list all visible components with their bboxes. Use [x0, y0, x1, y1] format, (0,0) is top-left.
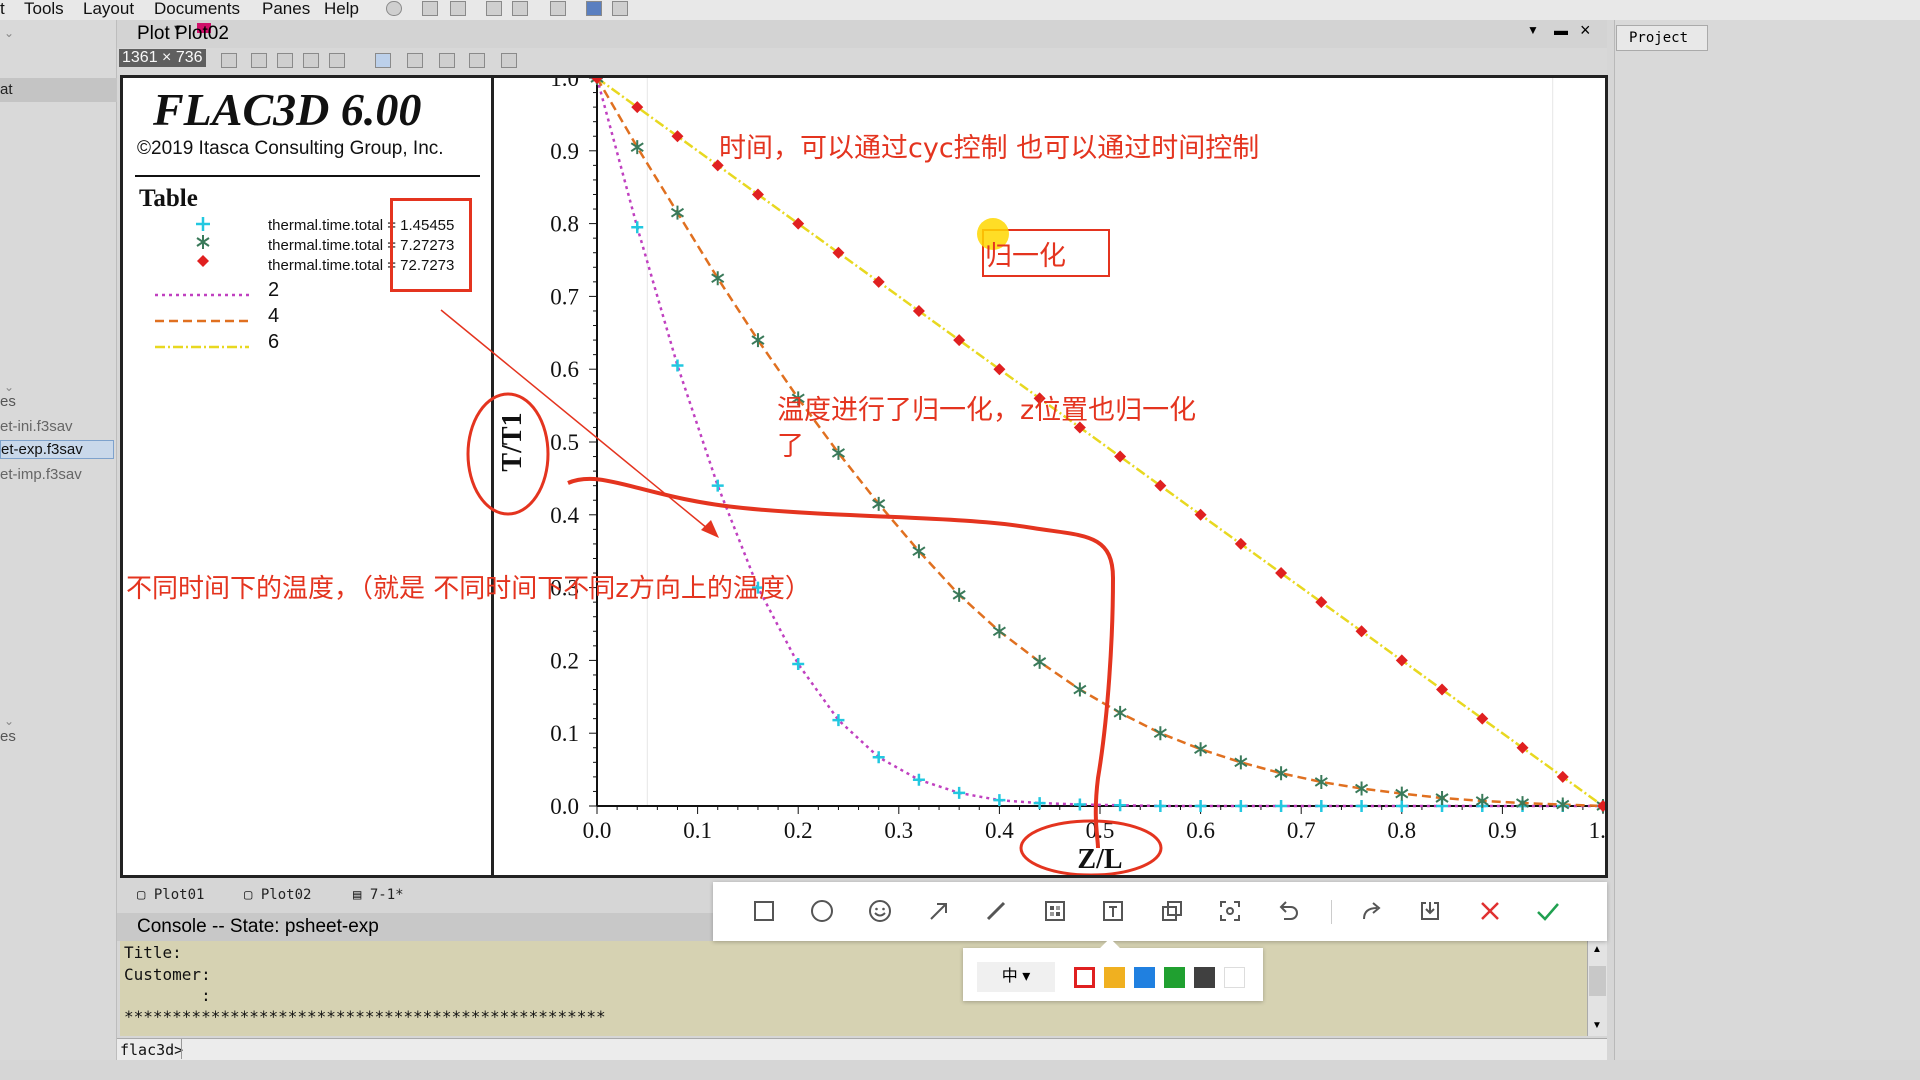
export-icon[interactable] — [303, 53, 319, 68]
section-label: es — [0, 393, 16, 410]
save-tool-icon[interactable] — [1415, 896, 1445, 926]
plot-window-titlebar: ▼ Plot Plot02 ▼ ▬ × — [117, 20, 1607, 48]
copy-tool-icon[interactable] — [1157, 896, 1187, 926]
annotation-strokes — [440, 309, 1163, 875]
print-preview-icon[interactable] — [512, 1, 528, 16]
color-green-swatch[interactable] — [1164, 967, 1185, 988]
scroll-down-icon[interactable]: ▼ — [1592, 1020, 1602, 1031]
document-tabs: ▢ Plot01 ▢ Plot02 ▤ 7-1* — [117, 882, 717, 912]
doc-icon[interactable] — [422, 1, 438, 16]
menu-item-tools[interactable]: Tools — [24, 0, 64, 18]
tab-label: Plot02 — [260, 887, 312, 903]
file-item-selected[interactable]: et-exp.f3sav — [0, 440, 114, 459]
text-tool-icon[interactable] — [1098, 896, 1128, 926]
record-icon[interactable] — [386, 1, 402, 16]
toolbar-separator — [1331, 900, 1332, 924]
screenshot-toolbar — [713, 882, 1607, 941]
menu-item-documents[interactable]: Documents — [154, 0, 240, 18]
docs-icon[interactable] — [450, 1, 466, 16]
pointer-icon[interactable] — [375, 53, 391, 68]
chevron-down-icon[interactable]: ⌄ — [4, 380, 14, 394]
console-title-text: Console -- State: psheet-exp — [137, 916, 379, 937]
console-title: Console -- State: psheet-exp — [117, 913, 717, 941]
restore-icon[interactable]: ▬ — [1554, 22, 1568, 38]
console-line: ****************************************… — [124, 1007, 606, 1026]
project-panel: Project — [1614, 20, 1920, 1060]
plot-canvas: FLAC3D 6.00 ©2019 Itasca Consulting Grou… — [120, 75, 1608, 878]
chevron-down-icon[interactable]: ⌄ — [4, 714, 14, 728]
settings-icon[interactable] — [612, 1, 628, 16]
close-icon[interactable]: × — [1580, 20, 1591, 41]
color-white-swatch[interactable] — [1224, 967, 1245, 988]
color-blue-swatch[interactable] — [1134, 967, 1155, 988]
prompt-label: flac3d> — [120, 1041, 184, 1059]
size-dropdown[interactable]: 中 ▾ — [977, 962, 1055, 992]
measure-icon[interactable] — [469, 53, 485, 68]
emoji-tool-icon[interactable] — [865, 896, 895, 926]
share-tool-icon[interactable] — [1357, 896, 1387, 926]
menu-item-t[interactable]: t — [0, 0, 5, 18]
window-icon[interactable] — [586, 1, 602, 16]
file-item[interactable]: et-ini.f3sav — [0, 418, 73, 435]
print-icon[interactable] — [486, 1, 502, 16]
menu-item-panes[interactable]: Panes — [262, 0, 310, 18]
ocr-tool-icon[interactable] — [1215, 896, 1245, 926]
pen-tool-icon[interactable] — [981, 896, 1011, 926]
menubar: t Tools Layout Documents Panes Help — [0, 0, 1920, 20]
console-output: Title: Customer: : *********************… — [120, 941, 1587, 1036]
size-badge: 1361 × 736 — [119, 49, 206, 67]
size-label: 中 — [1001, 968, 1018, 985]
menu-item-layout[interactable]: Layout — [83, 0, 134, 18]
tab-7-1[interactable]: ▤ 7-1* — [353, 887, 404, 903]
color-red-swatch[interactable] — [1074, 967, 1095, 988]
project-tab[interactable]: Project — [1616, 25, 1708, 51]
axes-icon[interactable] — [501, 53, 517, 68]
tab-label: 7-1* — [369, 887, 404, 903]
copy-plot-icon[interactable] — [221, 53, 237, 68]
print-icon[interactable] — [277, 53, 293, 68]
scroll-up-icon[interactable]: ▲ — [1592, 944, 1602, 955]
plot-toolbar: 1361 × 736 — [117, 48, 1607, 75]
chevron-down-icon[interactable]: ⌄ — [4, 26, 14, 40]
file-item[interactable]: et-imp.f3sav — [0, 466, 82, 483]
pick-icon[interactable] — [407, 53, 423, 68]
console-scrollbar[interactable]: ▲ ▼ — [1587, 941, 1607, 1036]
command-prompt[interactable]: flac3d> — [117, 1038, 1607, 1060]
undo-tool-icon[interactable] — [1273, 896, 1303, 926]
mosaic-tool-icon[interactable] — [1040, 896, 1070, 926]
check-icon[interactable] — [329, 53, 345, 68]
dropdown-icon[interactable]: ▼ — [1527, 23, 1539, 37]
layout-icon[interactable] — [251, 53, 267, 68]
arrow-tool-icon[interactable] — [924, 896, 954, 926]
tab-plot01[interactable]: ▢ Plot01 — [137, 887, 204, 903]
color-orange-swatch[interactable] — [1104, 967, 1125, 988]
left-panel-item[interactable]: at — [0, 81, 13, 98]
close-doc-icon[interactable] — [550, 1, 566, 16]
tab-plot02[interactable]: ▢ Plot02 — [244, 887, 311, 903]
scroll-thumb[interactable] — [1589, 966, 1606, 996]
console-line: Customer: — [124, 965, 211, 984]
move-icon[interactable] — [439, 53, 455, 68]
console-line: Title: — [124, 943, 182, 962]
section-label: es — [0, 728, 16, 745]
confirm-tool-icon[interactable] — [1533, 896, 1563, 926]
left-panel: ⌄ at ⌄ es et-ini.f3sav et-exp.f3sav et-i… — [0, 20, 117, 1060]
rectangle-tool-icon[interactable] — [749, 896, 779, 926]
console-line: : — [124, 986, 211, 1005]
ellipse-tool-icon[interactable] — [807, 896, 837, 926]
cancel-tool-icon[interactable] — [1475, 896, 1505, 926]
menu-item-help[interactable]: Help — [324, 0, 359, 18]
color-gray-swatch[interactable] — [1194, 967, 1215, 988]
color-picker: 中 ▾ — [963, 938, 1263, 1001]
tab-label: Plot01 — [153, 887, 205, 903]
plot-window-title: Plot Plot02 — [137, 23, 229, 44]
